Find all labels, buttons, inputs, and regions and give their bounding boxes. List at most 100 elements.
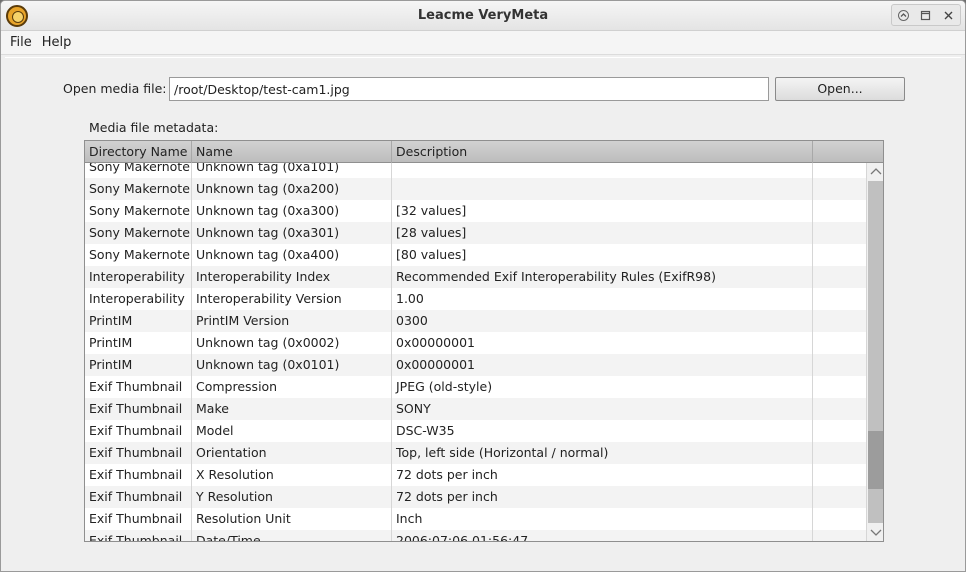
cell-extra [813, 354, 866, 376]
cell-directory: Sony Makernote [85, 244, 192, 266]
close-icon[interactable] [941, 7, 957, 23]
cell-directory: Exif Thumbnail [85, 508, 192, 530]
table-row[interactable]: Exif Thumbnail Resolution Unit Inch [85, 508, 866, 530]
open-button[interactable]: Open... [775, 77, 905, 101]
cell-extra [813, 464, 866, 486]
scroll-down-icon[interactable] [867, 525, 883, 541]
metadata-label: Media file metadata: [89, 120, 219, 135]
cell-name: Unknown tag (0xa400) [192, 244, 392, 266]
table-row[interactable]: Interoperability Interoperability Index Re… [85, 266, 866, 288]
cell-extra [813, 332, 866, 354]
cell-name: Unknown tag (0xa301) [192, 222, 392, 244]
table-row[interactable]: Exif Thumbnail X Resolution 72 dots per in… [85, 464, 866, 486]
table-row[interactable]: Sony Makernote Unknown tag (0xa200) [85, 178, 866, 200]
table-body: Sony Makernote Unknown tag (0xa101) Sony M… [85, 163, 866, 541]
cell-directory: Exif Thumbnail [85, 530, 192, 541]
cell-extra [813, 508, 866, 530]
cell-extra [813, 244, 866, 266]
table-row[interactable]: Sony Makernote Unknown tag (0xa101) [85, 163, 866, 178]
cell-directory: Sony Makernote [85, 222, 192, 244]
cell-extra [813, 222, 866, 244]
cell-extra [813, 266, 866, 288]
cell-directory: Exif Thumbnail [85, 486, 192, 508]
cell-name: Unknown tag (0x0101) [192, 354, 392, 376]
cell-description [392, 163, 813, 178]
restore-icon[interactable] [918, 7, 934, 23]
cell-extra [813, 200, 866, 222]
cell-name: Compression [192, 376, 392, 398]
cell-description: Top, left side (Horizontal / normal) [392, 442, 813, 464]
cell-description: 72 dots per inch [392, 464, 813, 486]
scroll-up-icon[interactable] [867, 163, 883, 179]
open-media-file-label: Open media file: [63, 81, 167, 96]
table-row[interactable]: Exif Thumbnail Compression JPEG (old-style… [85, 376, 866, 398]
table-row[interactable]: PrintIM PrintIM Version 0300 [85, 310, 866, 332]
cell-name: Unknown tag (0xa101) [192, 163, 392, 178]
cell-name: Model [192, 420, 392, 442]
vertical-scrollbar[interactable] [866, 163, 883, 541]
cell-name: Unknown tag (0x0002) [192, 332, 392, 354]
cell-description: 0300 [392, 310, 813, 332]
cell-directory: PrintIM [85, 310, 192, 332]
cell-description: 1.00 [392, 288, 813, 310]
menu-bar: File Help [1, 31, 965, 55]
table-row[interactable]: PrintIM Unknown tag (0x0002) 0x00000001 [85, 332, 866, 354]
cell-extra [813, 376, 866, 398]
cell-directory: Sony Makernote [85, 200, 192, 222]
menu-file[interactable]: File [5, 32, 37, 53]
cell-description: 72 dots per inch [392, 486, 813, 508]
cell-directory: Exif Thumbnail [85, 420, 192, 442]
table-row[interactable]: Sony Makernote Unknown tag (0xa301) [28 va… [85, 222, 866, 244]
title-bar[interactable]: Leacme VeryMeta [1, 1, 965, 31]
table-row[interactable]: Exif Thumbnail Model DSC-W35 [85, 420, 866, 442]
cell-extra [813, 530, 866, 541]
app-window: Leacme VeryMeta File Help Open media fil… [0, 0, 966, 572]
column-header-name[interactable]: Name [192, 141, 392, 163]
menu-help[interactable]: Help [37, 32, 77, 53]
maximize-up-icon[interactable] [895, 7, 911, 23]
table-row[interactable]: Interoperability Interoperability Version… [85, 288, 866, 310]
main-content: Open media file: Open... Media file meta… [5, 57, 961, 567]
cell-extra [813, 420, 866, 442]
cell-name: Y Resolution [192, 486, 392, 508]
cell-extra [813, 178, 866, 200]
cell-description: DSC-W35 [392, 420, 813, 442]
table-rows: Sony Makernote Unknown tag (0xa101) Sony M… [85, 163, 866, 541]
table-row[interactable]: PrintIM Unknown tag (0x0101) 0x00000001 [85, 354, 866, 376]
cell-extra [813, 442, 866, 464]
cell-description: [80 values] [392, 244, 813, 266]
table-row[interactable]: Exif Thumbnail Make SONY [85, 398, 866, 420]
table-row[interactable]: Sony Makernote Unknown tag (0xa400) [80 va… [85, 244, 866, 266]
table-row[interactable]: Exif Thumbnail Date/Time 2006:07:06 01:56:… [85, 530, 866, 541]
cell-extra [813, 163, 866, 178]
cell-description: JPEG (old-style) [392, 376, 813, 398]
table-row[interactable]: Exif Thumbnail Orientation Top, left side … [85, 442, 866, 464]
cell-extra [813, 486, 866, 508]
column-header-extra[interactable] [813, 141, 883, 163]
file-path-input[interactable] [169, 77, 769, 101]
window-controls [891, 4, 961, 26]
table-row[interactable]: Sony Makernote Unknown tag (0xa300) [32 va… [85, 200, 866, 222]
cell-description: SONY [392, 398, 813, 420]
column-header-directory[interactable]: Directory Name [85, 141, 192, 163]
window-title: Leacme VeryMeta [417, 8, 549, 23]
metadata-table: Directory Name Name Description Sony Mak… [84, 140, 884, 542]
cell-directory: Exif Thumbnail [85, 442, 192, 464]
cell-description [392, 178, 813, 200]
cell-directory: Exif Thumbnail [85, 464, 192, 486]
table-header: Directory Name Name Description [85, 141, 883, 163]
scroll-thumb[interactable] [868, 431, 883, 489]
cell-name: Resolution Unit [192, 508, 392, 530]
cell-directory: Interoperability [85, 266, 192, 288]
cell-description: Inch [392, 508, 813, 530]
cell-description: [28 values] [392, 222, 813, 244]
cell-directory: Sony Makernote [85, 163, 192, 178]
table-row[interactable]: Exif Thumbnail Y Resolution 72 dots per in… [85, 486, 866, 508]
cell-description: 0x00000001 [392, 354, 813, 376]
cell-name: Unknown tag (0xa200) [192, 178, 392, 200]
cell-name: X Resolution [192, 464, 392, 486]
column-header-description[interactable]: Description [392, 141, 813, 163]
cell-description: 2006:07:06 01:56:47 [392, 530, 813, 541]
cell-description: Recommended Exif Interoperability Rules … [392, 266, 813, 288]
cell-directory: Exif Thumbnail [85, 376, 192, 398]
